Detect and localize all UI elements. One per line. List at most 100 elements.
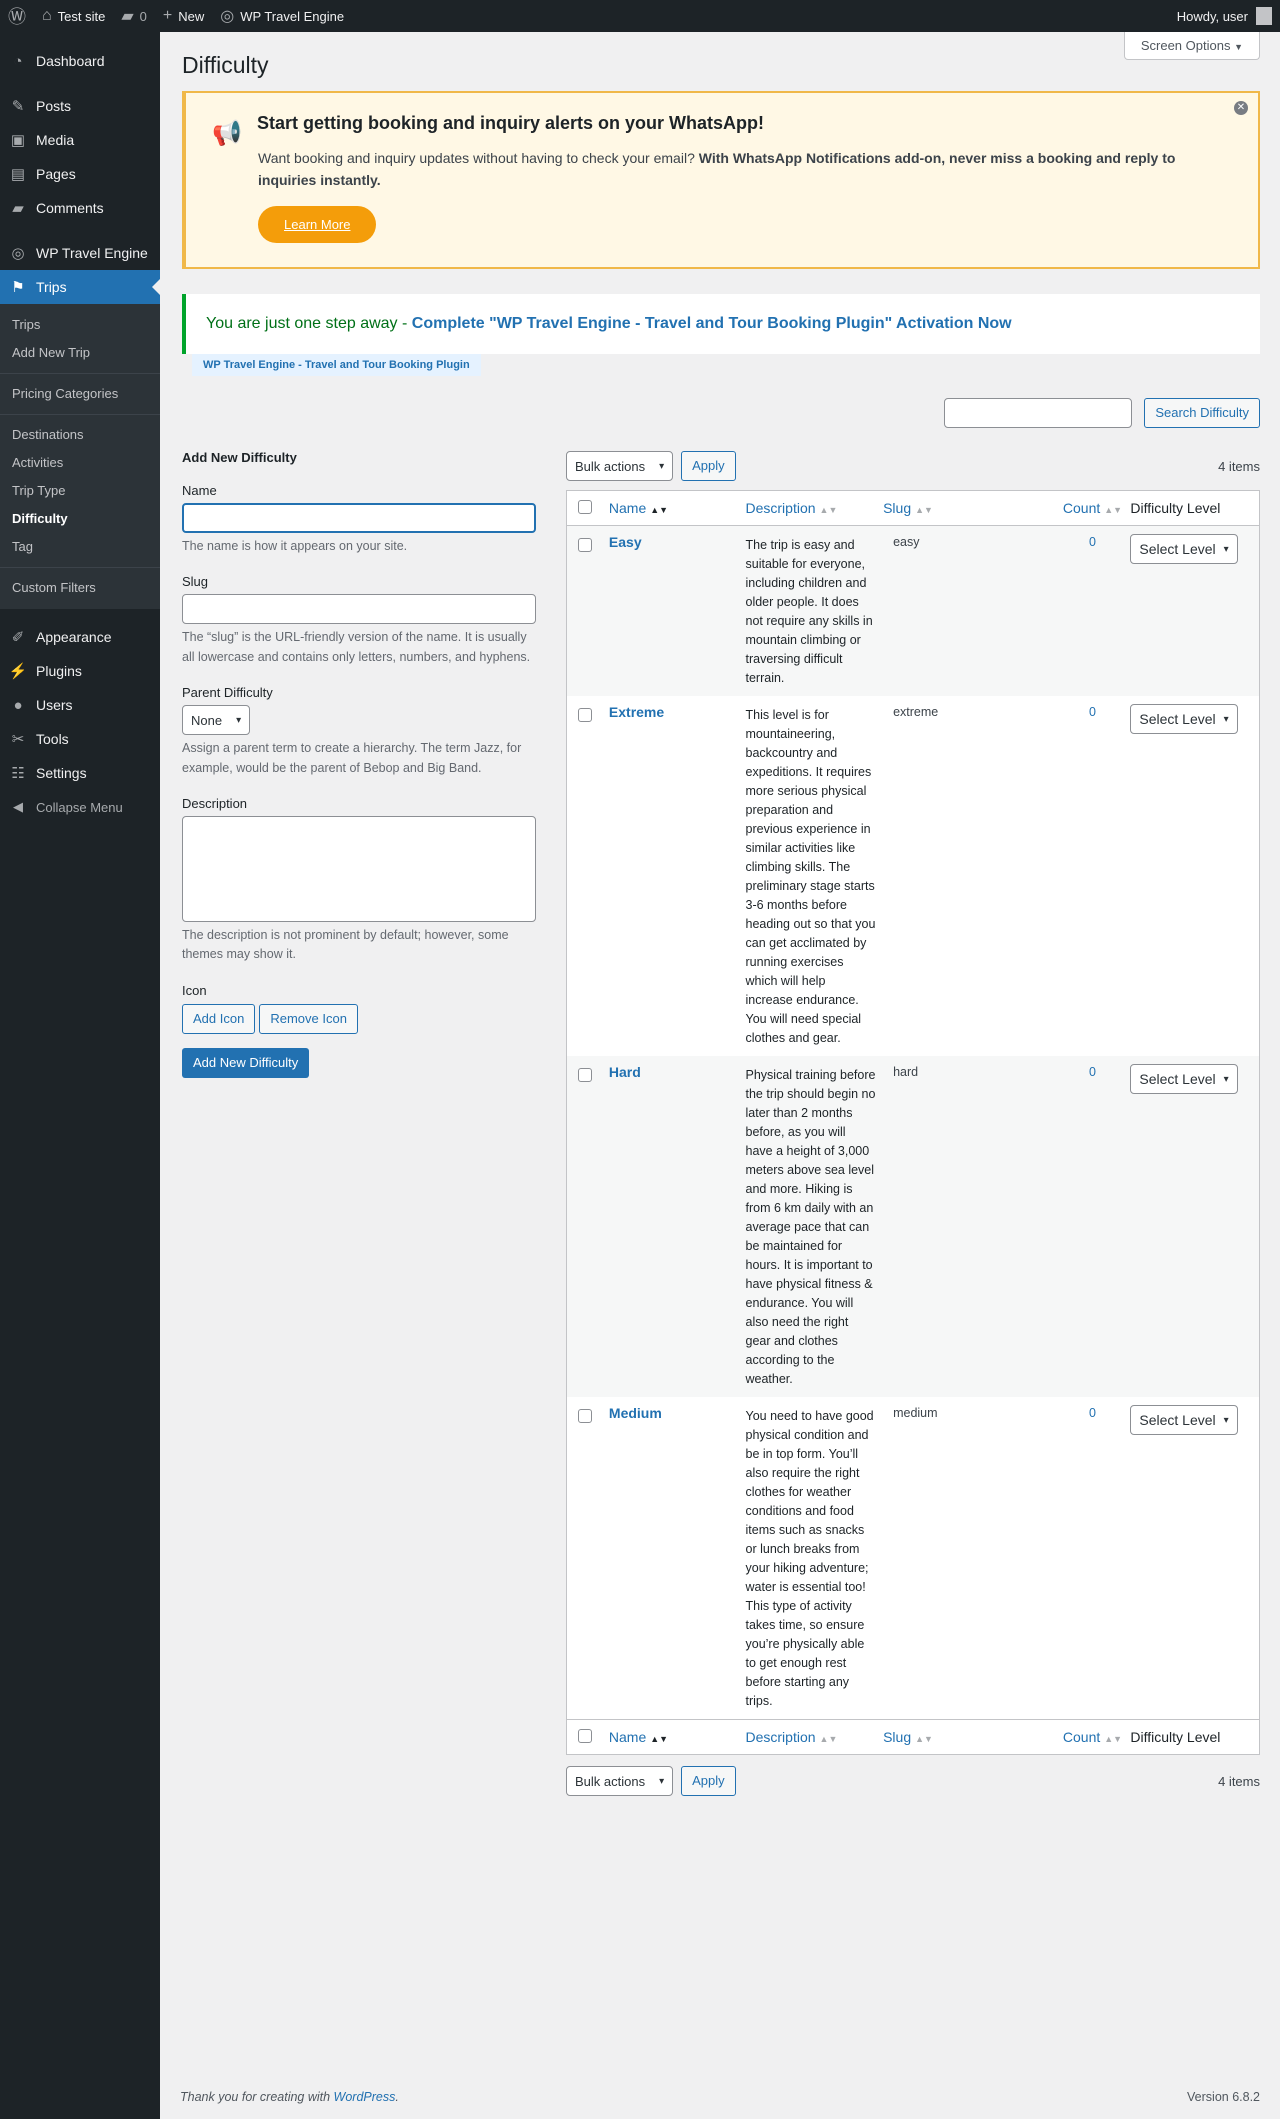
row-checkbox[interactable] (578, 708, 592, 722)
travel-engine-icon: ◎ (220, 8, 235, 25)
sort-by-description[interactable]: Description ▲▼ (746, 500, 838, 516)
wordpress-link[interactable]: WordPress (334, 2090, 396, 2104)
select-level-dropdown[interactable]: Select Level ▾ (1130, 704, 1238, 734)
menu-plugins[interactable]: ⚡ Plugins (0, 654, 160, 688)
sort-icon: ▲▼ (915, 505, 933, 515)
admin-menu: ◔ Dashboard ✎ Posts ▣ Media ▤ Pages ▰ Comment… (0, 32, 160, 2119)
slug-field[interactable] (182, 594, 536, 625)
sort-by-slug[interactable]: Slug ▲▼ (883, 500, 933, 516)
select-level-dropdown[interactable]: Select Level ▾ (1130, 1405, 1238, 1435)
menu-tools[interactable]: ✂ Tools (0, 722, 160, 756)
table-row: Medium You need to have good physical co… (567, 1397, 1259, 1719)
term-name-link[interactable]: Extreme (609, 704, 664, 720)
menu-posts[interactable]: ✎ Posts (0, 89, 160, 123)
sort-icon: ▲▼ (1104, 1734, 1123, 1744)
row-checkbox[interactable] (578, 538, 592, 552)
submenu-divider (0, 373, 160, 374)
tablenav-top: Bulk actions ▾ Apply 4 items (566, 450, 1260, 482)
sort-by-name[interactable]: Name ▲▼ (609, 1729, 668, 1745)
chevron-down-icon: ▾ (1223, 543, 1229, 555)
menu-wp-travel-engine[interactable]: ◎ WP Travel Engine (0, 236, 160, 270)
menu-comments[interactable]: ▰ Comments (0, 191, 160, 225)
row-checkbox[interactable] (578, 1068, 592, 1082)
search-difficulty-button[interactable]: Search Difficulty (1144, 398, 1260, 428)
select-level-dropdown[interactable]: Select Level ▾ (1130, 1064, 1238, 1094)
submenu-trips[interactable]: Trips (0, 311, 160, 339)
submenu-tag[interactable]: Tag (0, 533, 160, 561)
parent-select[interactable]: None ▾ (182, 705, 251, 736)
sort-by-count[interactable]: Count ▲▼ (1063, 500, 1122, 516)
new-content-link[interactable]: + New (155, 0, 212, 32)
collapse-menu-button[interactable]: ◀ Collapse Menu (0, 790, 160, 824)
sort-by-name[interactable]: Name ▲▼ (609, 500, 668, 516)
bulk-actions-select[interactable]: Bulk actions ▾ (566, 451, 674, 481)
search-input[interactable] (944, 398, 1133, 428)
submenu-add-new-trip[interactable]: Add New Trip (0, 339, 160, 367)
sort-icon: ▲▼ (1104, 505, 1123, 515)
term-count-link[interactable]: 0 (1089, 703, 1096, 719)
menu-pages[interactable]: ▤ Pages (0, 157, 160, 191)
submenu-trip-type[interactable]: Trip Type (0, 477, 160, 505)
apply-button[interactable]: Apply (681, 451, 736, 481)
submenu-destinations[interactable]: Destinations (0, 421, 160, 449)
wp-travel-engine-link[interactable]: ◎ WP Travel Engine (212, 0, 352, 32)
submenu-pricing-categories[interactable]: Pricing Categories (0, 380, 160, 408)
menu-settings[interactable]: ☷ Settings (0, 756, 160, 790)
remove-icon-button[interactable]: Remove Icon (259, 1003, 358, 1034)
bulk-actions-select[interactable]: Bulk actions ▾ (566, 1766, 674, 1796)
table-row: Hard Physical training before the trip s… (567, 1056, 1259, 1397)
site-name-link[interactable]: ⌂ Test site (34, 0, 113, 32)
terms-list: Bulk actions ▾ Apply 4 items Name ▲▼ Descr… (566, 450, 1260, 1797)
term-count-link[interactable]: 0 (1089, 1404, 1096, 1420)
name-label: Name (182, 483, 217, 498)
term-count-link[interactable]: 0 (1089, 1063, 1096, 1079)
learn-more-button[interactable]: Learn More (258, 206, 377, 244)
submenu-custom-filters[interactable]: Custom Filters (0, 574, 160, 602)
select-level-dropdown[interactable]: Select Level ▾ (1130, 534, 1238, 564)
term-name-link[interactable]: Easy (609, 534, 642, 550)
menu-media[interactable]: ▣ Media (0, 123, 160, 157)
chevron-down-icon: ▾ (1223, 713, 1229, 725)
description-help: The description is not prominent by defa… (182, 927, 509, 962)
sort-by-count[interactable]: Count ▲▼ (1063, 1729, 1122, 1745)
parent-label: Parent Difficulty (182, 685, 273, 701)
add-new-difficulty-button[interactable]: Add New Difficulty (182, 1047, 310, 1078)
form-heading: Add New Difficulty (182, 450, 297, 465)
home-icon: ⌂ (42, 7, 52, 24)
term-slug: medium (893, 1406, 938, 1420)
menu-trips[interactable]: ⚑ Trips (0, 270, 160, 304)
avatar (1256, 7, 1272, 25)
menu-users[interactable]: ● Users (0, 688, 160, 722)
admin-footer: Thank you for creating with WordPress. V… (180, 2090, 1260, 2104)
select-all-checkbox[interactable] (578, 499, 592, 514)
apply-button[interactable]: Apply (681, 1766, 736, 1796)
select-all-checkbox[interactable] (578, 1728, 592, 1743)
add-icon-button[interactable]: Add Icon (182, 1003, 256, 1034)
comments-link[interactable]: ▰ 0 (113, 0, 155, 32)
submenu-activities[interactable]: Activities (0, 449, 160, 477)
term-count-link[interactable]: 0 (1089, 533, 1096, 549)
term-description: The trip is easy and suitable for everyo… (745, 538, 873, 685)
footer-thanks: Thank you for creating with WordPress. (180, 2090, 399, 2104)
level-column-header: Difficulty Level (1130, 1729, 1221, 1745)
row-checkbox[interactable] (578, 1409, 592, 1423)
description-textarea[interactable] (182, 815, 536, 922)
name-field[interactable] (182, 503, 536, 533)
account-menu[interactable]: Howdy, user (1177, 7, 1280, 25)
screen-options-button[interactable]: Screen Options ▼ (1123, 32, 1260, 60)
activation-link[interactable]: Complete "WP Travel Engine - Travel and … (412, 315, 1012, 332)
menu-appearance[interactable]: ✐ Appearance (0, 620, 160, 654)
submenu-divider (0, 414, 160, 415)
difficulty-table: Name ▲▼ Description ▲▼ Slug ▲▼ Count ▲▼ Diff… (566, 490, 1260, 1755)
submenu-difficulty[interactable]: Difficulty (0, 505, 160, 533)
sort-by-slug[interactable]: Slug ▲▼ (883, 1729, 933, 1745)
term-name-link[interactable]: Hard (609, 1064, 641, 1080)
wordpress-logo-icon[interactable]: Ⓦ (0, 0, 34, 32)
admin-bar: Ⓦ ⌂ Test site ▰ 0 + New ◎ WP Travel Engine H… (0, 0, 1280, 32)
main-content: Screen Options ▼ Difficulty 📢 ✕ Start ge… (182, 32, 1260, 1796)
sort-icon: ▲▼ (915, 1734, 933, 1744)
term-name-link[interactable]: Medium (609, 1405, 662, 1421)
menu-dashboard[interactable]: ◔ Dashboard (0, 44, 160, 78)
dismiss-icon[interactable]: ✕ (1234, 100, 1248, 115)
sort-by-description[interactable]: Description ▲▼ (746, 1729, 838, 1745)
